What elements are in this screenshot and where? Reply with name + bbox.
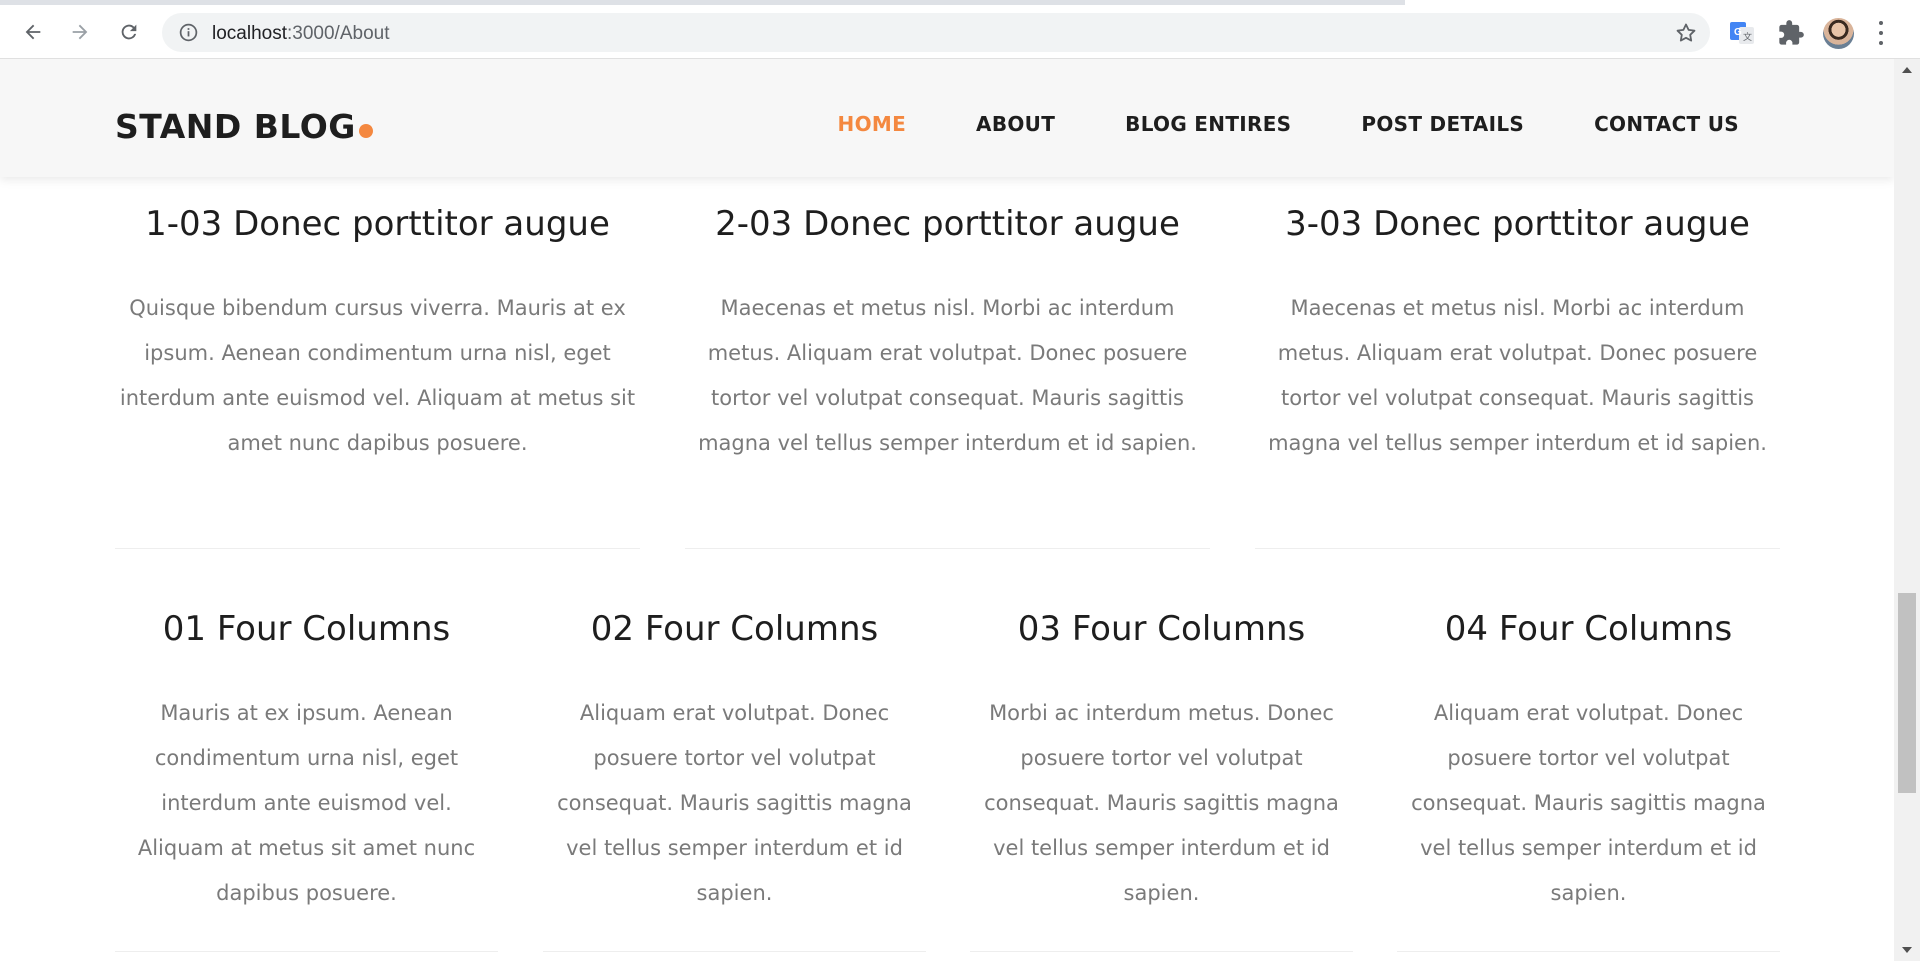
site-logo[interactable]: STAND BLOG xyxy=(115,107,373,146)
arrow-right-icon xyxy=(72,24,88,40)
divider xyxy=(685,548,1210,549)
site-header: STAND BLOG HOME ABOUT BLOG ENTIRES POST … xyxy=(0,59,1894,177)
nav-post-details[interactable]: POST DETAILS xyxy=(1361,112,1524,136)
browser-toolbar: localhost:3000/About G 文 xyxy=(0,5,1920,59)
scroll-up-icon[interactable] xyxy=(1902,67,1912,73)
address-bar[interactable]: localhost:3000/About xyxy=(162,13,1710,52)
reload-button[interactable] xyxy=(112,15,146,49)
column-text: Mauris at ex ipsum. Aenean condimentum u… xyxy=(137,701,476,905)
divider xyxy=(115,951,498,952)
forward-button[interactable] xyxy=(63,15,97,49)
four-col-item-2: 02 Four Columns Aliquam erat volutpat. D… xyxy=(543,609,926,916)
svg-text:文: 文 xyxy=(1743,31,1752,42)
nav-about[interactable]: ABOUT xyxy=(976,112,1055,136)
divider xyxy=(1397,951,1780,952)
vertical-scrollbar[interactable] xyxy=(1894,59,1920,961)
nav-contact-us[interactable]: CONTACT US xyxy=(1594,112,1739,136)
puzzle-icon[interactable] xyxy=(1777,19,1805,47)
column-title: 1-03 Donec porttitor augue xyxy=(145,204,610,244)
three-col-item-1: 1-03 Donec porttitor augue Quisque biben… xyxy=(115,204,640,466)
scrollbar-thumb[interactable] xyxy=(1898,593,1916,793)
column-title: 03 Four Columns xyxy=(1017,609,1306,649)
main-nav: HOME ABOUT BLOG ENTIRES POST DETAILS CON… xyxy=(768,112,1739,136)
divider xyxy=(115,548,640,549)
arrow-left-icon xyxy=(25,24,41,40)
logo-dot xyxy=(358,124,373,138)
nav-home[interactable]: HOME xyxy=(838,112,907,136)
column-title: 04 Four Columns xyxy=(1444,609,1733,649)
column-text: Quisque bibendum cursus viverra. Mauris … xyxy=(119,296,636,455)
avatar[interactable] xyxy=(1823,18,1854,49)
column-title: 01 Four Columns xyxy=(162,609,451,649)
back-button[interactable] xyxy=(16,15,50,49)
divider xyxy=(1255,548,1780,549)
column-text: Aliquam erat volutpat. Donec posuere tor… xyxy=(1411,701,1766,905)
column-title: 3-03 Donec porttitor augue xyxy=(1285,204,1750,244)
svg-text:G: G xyxy=(1734,27,1742,38)
divider xyxy=(970,951,1353,952)
url-text[interactable]: localhost:3000/About xyxy=(212,23,389,45)
column-text: Maecenas et metus nisl. Morbi ac interdu… xyxy=(1268,296,1767,455)
page-viewport: 1-03 Donec porttitor augue Quisque biben… xyxy=(0,59,1894,961)
divider xyxy=(543,951,926,952)
four-col-item-3: 03 Four Columns Morbi ac interdum metus.… xyxy=(970,609,1353,916)
column-text: Morbi ac interdum metus. Donec posuere t… xyxy=(984,701,1339,905)
nav-blog-entries[interactable]: BLOG ENTIRES xyxy=(1125,112,1291,136)
column-text: Aliquam erat volutpat. Donec posuere tor… xyxy=(557,701,912,905)
star-icon[interactable] xyxy=(1674,21,1698,45)
three-col-item-2: 2-03 Donec porttitor augue Maecenas et m… xyxy=(685,204,1210,466)
column-title: 02 Four Columns xyxy=(590,609,879,649)
column-text: Maecenas et metus nisl. Morbi ac interdu… xyxy=(698,296,1197,455)
column-title: 2-03 Donec porttitor augue xyxy=(715,204,1180,244)
four-col-item-1: 01 Four Columns Mauris at ex ipsum. Aene… xyxy=(115,609,498,916)
three-col-item-3: 3-03 Donec porttitor augue Maecenas et m… xyxy=(1255,204,1780,466)
scroll-down-icon[interactable] xyxy=(1902,947,1912,953)
reload-icon xyxy=(121,24,137,40)
four-col-item-4: 04 Four Columns Aliquam erat volutpat. D… xyxy=(1397,609,1780,916)
google-translate-icon[interactable]: G 文 xyxy=(1728,19,1756,47)
kebab-menu-icon[interactable] xyxy=(1876,21,1886,45)
info-icon[interactable] xyxy=(178,22,199,43)
